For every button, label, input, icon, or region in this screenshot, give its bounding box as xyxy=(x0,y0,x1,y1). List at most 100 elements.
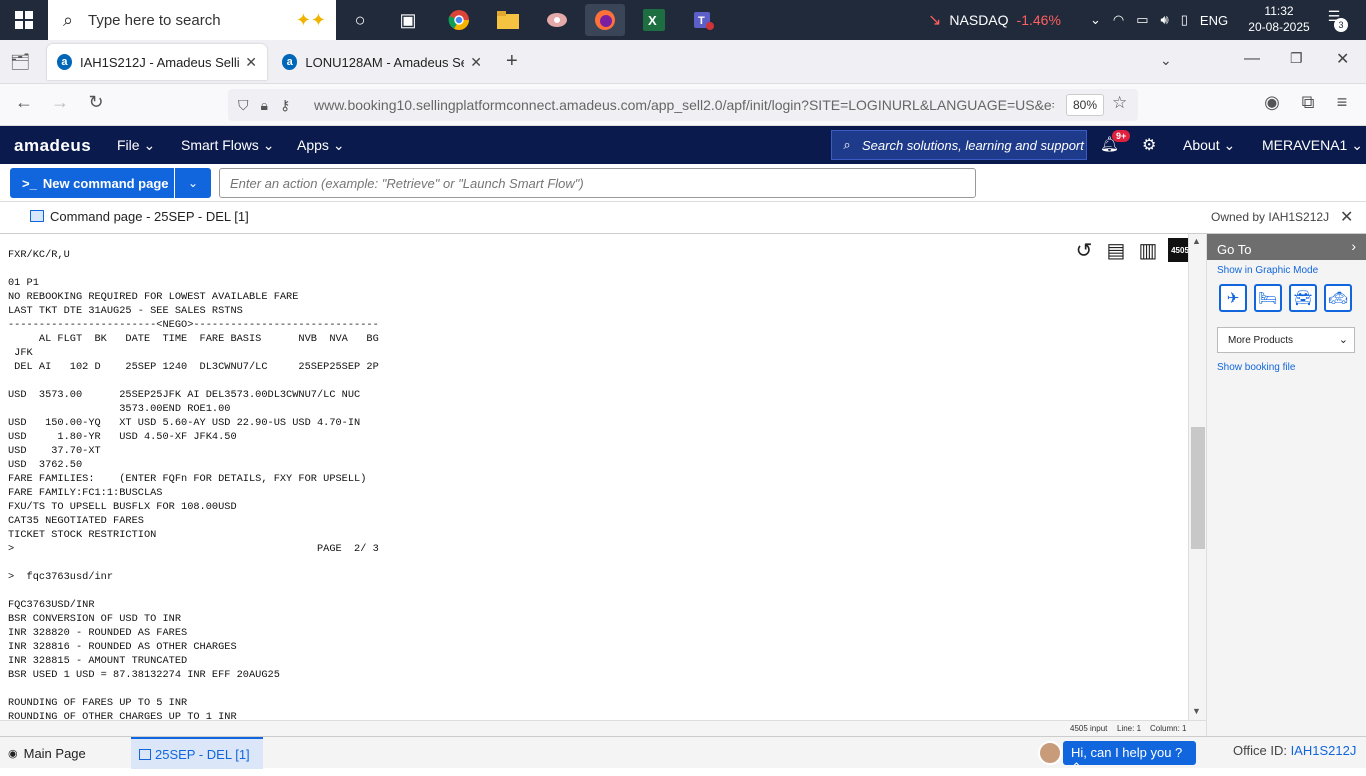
active-page-tab-label: 25SEP - DEL [1] xyxy=(155,747,250,762)
windows-logo-icon xyxy=(15,11,33,29)
lock-icon[interactable]: 🔒︎ xyxy=(261,97,268,114)
browser-nav-bar: ← → ↻ ⛉ 🔒︎ ⚷ www.booking10.sellingplatfo… xyxy=(0,84,1366,126)
stock-widget[interactable]: ↘ NASDAQ -1.46% xyxy=(928,0,1061,40)
owned-by-label: Owned by IAH1S212J xyxy=(1211,210,1330,224)
status-line: Line: 1 xyxy=(1117,724,1142,733)
zoom-level[interactable]: 80% xyxy=(1066,94,1105,116)
taskbar-clock[interactable]: 11:32 20-08-2025 xyxy=(1244,3,1314,35)
back-arrow-icon[interactable]: ← xyxy=(10,92,38,118)
split-vertical-icon[interactable]: ▥ xyxy=(1136,238,1160,262)
taskbar-search-box[interactable]: ⌕ Type here to search ✦✦ xyxy=(48,0,336,40)
help-assistant-button[interactable]: Hi, can I help you ? ⌃ xyxy=(1063,741,1196,775)
key-icon[interactable]: ⚷ xyxy=(280,97,290,114)
airplane-icon[interactable]: ✈ xyxy=(1219,284,1247,312)
close-window-icon[interactable]: ✕ xyxy=(1336,49,1349,69)
car-transfer-icon[interactable]: 🚕︎ xyxy=(1324,284,1352,312)
svg-text:X: X xyxy=(648,13,657,28)
close-tab-icon[interactable]: ✕ xyxy=(470,54,482,71)
gear-icon[interactable]: ⚙ xyxy=(1142,135,1156,155)
bottom-bar: ◉ Main Page 25SEP - DEL [1] Hi, can I he… xyxy=(0,736,1366,775)
menu-about[interactable]: About ⌄ xyxy=(1183,137,1235,154)
user-name: MERAVENA1 xyxy=(1262,137,1348,153)
amadeus-header: amadeus File ⌄ Smart Flows ⌄ Apps ⌄ ⌕ Se… xyxy=(0,126,1366,164)
scroll-up-icon[interactable]: ▲ xyxy=(1192,236,1201,246)
url-text: www.booking10.sellingplatformconnect.ama… xyxy=(314,97,1054,113)
new-tab-icon[interactable]: + xyxy=(506,50,518,73)
hotel-bed-icon[interactable]: 🛏︎ xyxy=(1254,284,1282,312)
go-to-header[interactable]: Go To › xyxy=(1207,234,1366,260)
amadeus-logo[interactable]: amadeus xyxy=(14,136,91,156)
notification-center-icon[interactable]: ☰ 3 xyxy=(1320,8,1348,32)
extensions-icon[interactable]: ⧉ xyxy=(1294,92,1322,118)
stock-change: -1.46% xyxy=(1016,12,1061,28)
shield-icon[interactable]: ⛉ xyxy=(238,97,249,114)
tab-overflow-chevron-icon[interactable]: ⌄ xyxy=(1160,52,1172,69)
page-title-row: Command page - 25SEP - DEL [1] Owned by … xyxy=(0,202,1366,234)
account-icon[interactable]: ◉ xyxy=(1258,92,1286,118)
menu-apps[interactable]: Apps ⌄ xyxy=(297,137,345,154)
chevron-down-icon: ⌄ xyxy=(1351,137,1363,153)
clock-date: 20-08-2025 xyxy=(1248,20,1310,34)
amadeus-favicon-icon: a xyxy=(57,54,72,70)
firefox-icon[interactable] xyxy=(585,4,625,36)
more-products-select[interactable]: More Products ⌄ xyxy=(1217,327,1355,353)
chrome-icon[interactable] xyxy=(439,4,479,36)
chevron-down-icon: ⌄ xyxy=(1223,137,1236,153)
cortana-icon[interactable]: ○ xyxy=(340,4,380,36)
amadeus-search-box[interactable]: ⌕ Search solutions, learning and support xyxy=(831,130,1087,160)
close-tab-icon[interactable]: ✕ xyxy=(245,54,257,71)
main-page-tab[interactable]: ◉ Main Page xyxy=(8,746,86,761)
menu-smart-flows-label: Smart Flows xyxy=(181,137,259,153)
split-horizontal-icon[interactable]: ▤ xyxy=(1104,238,1128,262)
restore-icon[interactable]: ❐ xyxy=(1290,50,1303,67)
file-explorer-icon[interactable] xyxy=(488,4,528,36)
scrollbar-thumb[interactable] xyxy=(1191,427,1205,549)
scroll-down-icon[interactable]: ▼ xyxy=(1192,706,1201,716)
new-command-dropdown-chevron-icon[interactable]: ⌄ xyxy=(175,168,211,198)
chevron-right-icon[interactable]: › xyxy=(1351,238,1356,254)
app-icon[interactable] xyxy=(537,4,577,36)
browser-tab-1[interactable]: a IAH1S212J - Amadeus Selling Pl ✕ xyxy=(47,44,267,80)
tab-list-icon[interactable]: 🗂︎ xyxy=(10,52,30,72)
assistant-avatar[interactable] xyxy=(1038,741,1062,765)
close-page-icon[interactable]: ✕ xyxy=(1340,207,1353,227)
meet-icon[interactable]: ▯ xyxy=(1181,12,1188,28)
browser-tab-2-label: LONU128AM - Amadeus Selling xyxy=(305,54,464,70)
bookmark-star-icon[interactable]: ☆ xyxy=(1112,93,1127,113)
menu-file[interactable]: File ⌄ xyxy=(117,137,155,154)
cryptic-terminal[interactable]: FXR/KC/R,U 01 P1 NO REBOOKING REQUIRED F… xyxy=(0,234,1188,720)
excel-icon[interactable]: X xyxy=(634,4,674,36)
user-menu[interactable]: MERAVENA1 ⌄ xyxy=(1262,137,1363,154)
windows-start-button[interactable] xyxy=(0,0,48,40)
notification-badge: 9+ xyxy=(1112,130,1131,142)
browser-tab-2[interactable]: a LONU128AM - Amadeus Selling ✕ xyxy=(272,44,492,80)
wifi-icon[interactable]: ◠ xyxy=(1113,12,1124,28)
language-indicator[interactable]: ENG xyxy=(1200,13,1228,28)
show-graphic-mode-link[interactable]: Show in Graphic Mode xyxy=(1217,265,1318,276)
sparkle-icon: ✦✦ xyxy=(295,9,326,30)
windows-taskbar: ⌕ Type here to search ✦✦ ○ ▣ X T ↘ NASDA… xyxy=(0,0,1366,40)
reload-icon[interactable]: ↻ xyxy=(82,92,110,118)
command-page-icon xyxy=(139,749,151,760)
terminal-scrollbar[interactable]: ▲ ▼ xyxy=(1188,234,1206,720)
teams-icon[interactable]: T xyxy=(684,4,724,36)
volume-icon[interactable]: 🔊︎ xyxy=(1161,12,1169,28)
menu-icon[interactable]: ≡ xyxy=(1328,92,1356,118)
minimize-icon[interactable]: — xyxy=(1244,50,1260,68)
history-icon[interactable]: ↺ xyxy=(1072,238,1096,262)
show-booking-file-link[interactable]: Show booking file xyxy=(1217,362,1295,373)
menu-smart-flows[interactable]: Smart Flows ⌄ xyxy=(181,137,274,154)
action-input[interactable] xyxy=(219,168,976,198)
new-command-page-button[interactable]: >_ New command page xyxy=(10,168,174,198)
page-title: Command page - 25SEP - DEL [1] xyxy=(50,209,249,224)
forward-arrow-icon[interactable]: → xyxy=(46,92,74,118)
chevron-up-icon[interactable]: ⌄ xyxy=(1090,12,1101,28)
terminal-prompt-icon: >_ xyxy=(22,175,37,191)
new-command-page-label: New command page xyxy=(42,175,169,191)
battery-icon[interactable]: ▭ xyxy=(1136,12,1148,28)
url-bar[interactable]: ⛉ 🔒︎ ⚷ www.booking10.sellingplatformconn… xyxy=(228,89,1138,121)
menu-apps-label: Apps xyxy=(297,137,329,153)
car-icon[interactable]: 🚘︎ xyxy=(1289,284,1317,312)
active-page-tab[interactable]: 25SEP - DEL [1] xyxy=(131,737,263,769)
task-view-icon[interactable]: ▣ xyxy=(388,4,428,36)
